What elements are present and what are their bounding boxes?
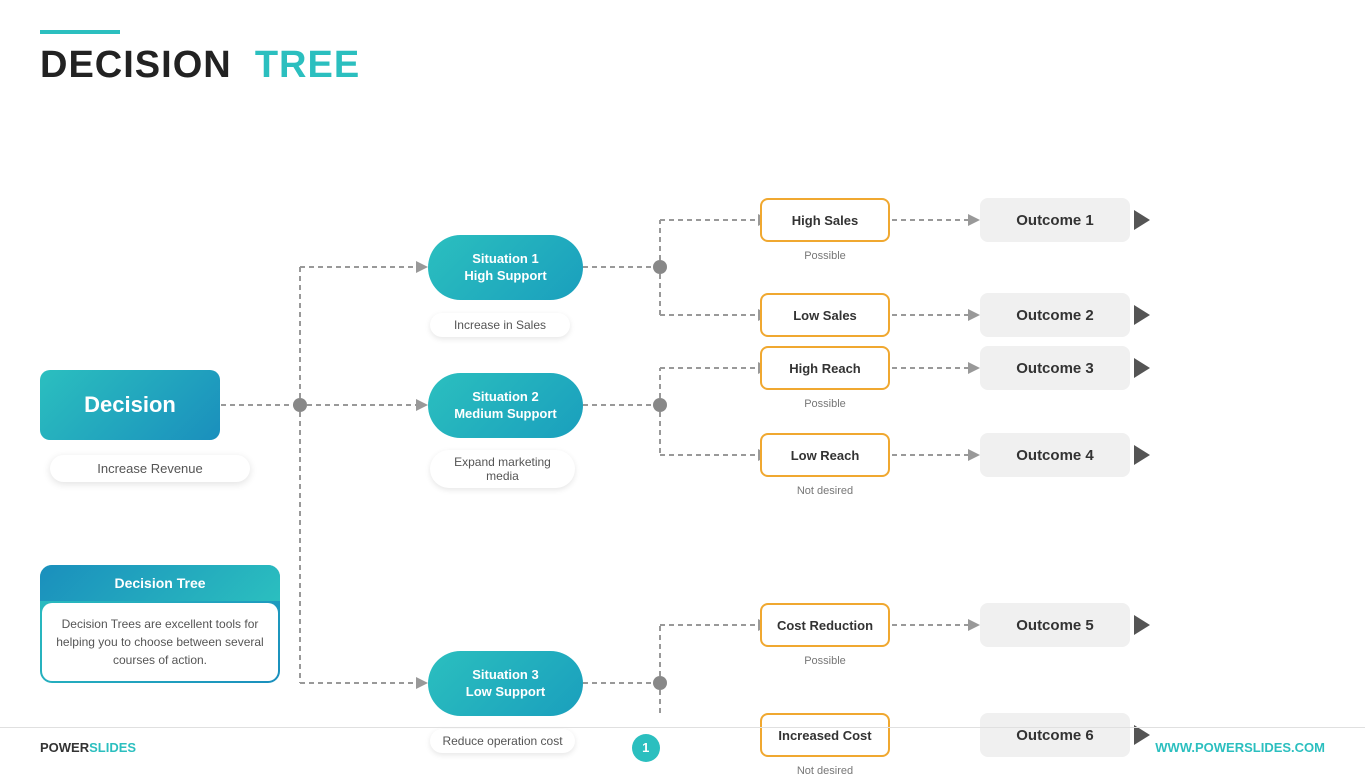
- outcome-5-label: Outcome 5: [1016, 617, 1094, 634]
- sit1-label: Increase in Sales: [430, 313, 570, 337]
- outcome-1-label: Outcome 1: [1016, 212, 1094, 229]
- header-bar: [40, 30, 120, 34]
- high-reach-sub: Possible: [804, 398, 846, 410]
- chance-box-low-reach: Low Reach Not desired: [760, 433, 890, 477]
- outcome-1-arrow: [1134, 210, 1150, 230]
- situation-2-node: Situation 2 Medium Support: [428, 373, 583, 438]
- outcome-2-arrow: [1134, 305, 1150, 325]
- sit2-label: Expand marketing media: [430, 450, 575, 488]
- footer-page-number: 1: [632, 734, 660, 762]
- high-sales-label: High Sales: [792, 213, 858, 228]
- outcome-2-label: Outcome 2: [1016, 307, 1094, 324]
- title-teal: TREE: [255, 44, 360, 86]
- chance-box-high-reach: High Reach Possible: [760, 346, 890, 390]
- outcome-4-box: Outcome 4: [980, 433, 1130, 477]
- footer: POWERSLIDES 1 WWW.POWERSLIDES.COM: [0, 727, 1365, 767]
- cost-reduction-sub: Possible: [804, 655, 846, 667]
- outcome-3-arrow: [1134, 358, 1150, 378]
- high-reach-label: High Reach: [789, 361, 861, 376]
- situation-3-node: Situation 3 Low Support: [428, 651, 583, 716]
- low-sales-label: Low Sales: [793, 308, 857, 323]
- info-box-body: Decision Trees are excellent tools for h…: [42, 603, 278, 681]
- footer-brand: POWERSLIDES: [40, 740, 136, 755]
- footer-url: WWW.POWERSLIDES.COM: [1155, 740, 1325, 755]
- sit3-line1: Situation 3: [472, 667, 538, 684]
- cost-reduction-label: Cost Reduction: [777, 618, 873, 633]
- info-box: Decision Tree Decision Trees are excelle…: [40, 565, 280, 683]
- chance-box-high-sales: High Sales Possible: [760, 198, 890, 242]
- decision-label: Decision: [84, 392, 176, 418]
- sit2-line1: Situation 2: [472, 389, 538, 406]
- situation-1-node: Situation 1 High Support: [428, 235, 583, 300]
- sit1-line1: Situation 1: [472, 251, 538, 268]
- outcome-3-box: Outcome 3: [980, 346, 1130, 390]
- outcome-4-arrow: [1134, 445, 1150, 465]
- outcome-4-label: Outcome 4: [1016, 447, 1094, 464]
- footer-slides: SLIDES: [89, 740, 136, 755]
- outcome-5-box: Outcome 5: [980, 603, 1130, 647]
- chance-box-low-sales: Low Sales Not desired: [760, 293, 890, 337]
- title-black: DECISION: [40, 44, 232, 86]
- sit1-line2: High Support: [464, 268, 546, 285]
- diagram-area: Decision Increase Revenue Decision Tree …: [40, 100, 1325, 717]
- chance-box-cost-reduction: Cost Reduction Possible: [760, 603, 890, 647]
- outcome-1-box: Outcome 1: [980, 198, 1130, 242]
- low-reach-label: Low Reach: [791, 448, 860, 463]
- low-reach-sub: Not desired: [797, 485, 853, 497]
- info-box-title: Decision Tree: [40, 565, 280, 601]
- footer-power: POWER: [40, 740, 89, 755]
- decision-node: Decision: [40, 370, 220, 440]
- decision-sub-label: Increase Revenue: [50, 455, 250, 482]
- sit3-line2: Low Support: [466, 684, 545, 701]
- outcome-2-box: Outcome 2: [980, 293, 1130, 337]
- page-title: DECISION TREE: [40, 44, 1325, 87]
- high-sales-sub: Possible: [804, 250, 846, 262]
- outcome-3-label: Outcome 3: [1016, 360, 1094, 377]
- sit2-line2: Medium Support: [454, 406, 557, 423]
- outcome-5-arrow: [1134, 615, 1150, 635]
